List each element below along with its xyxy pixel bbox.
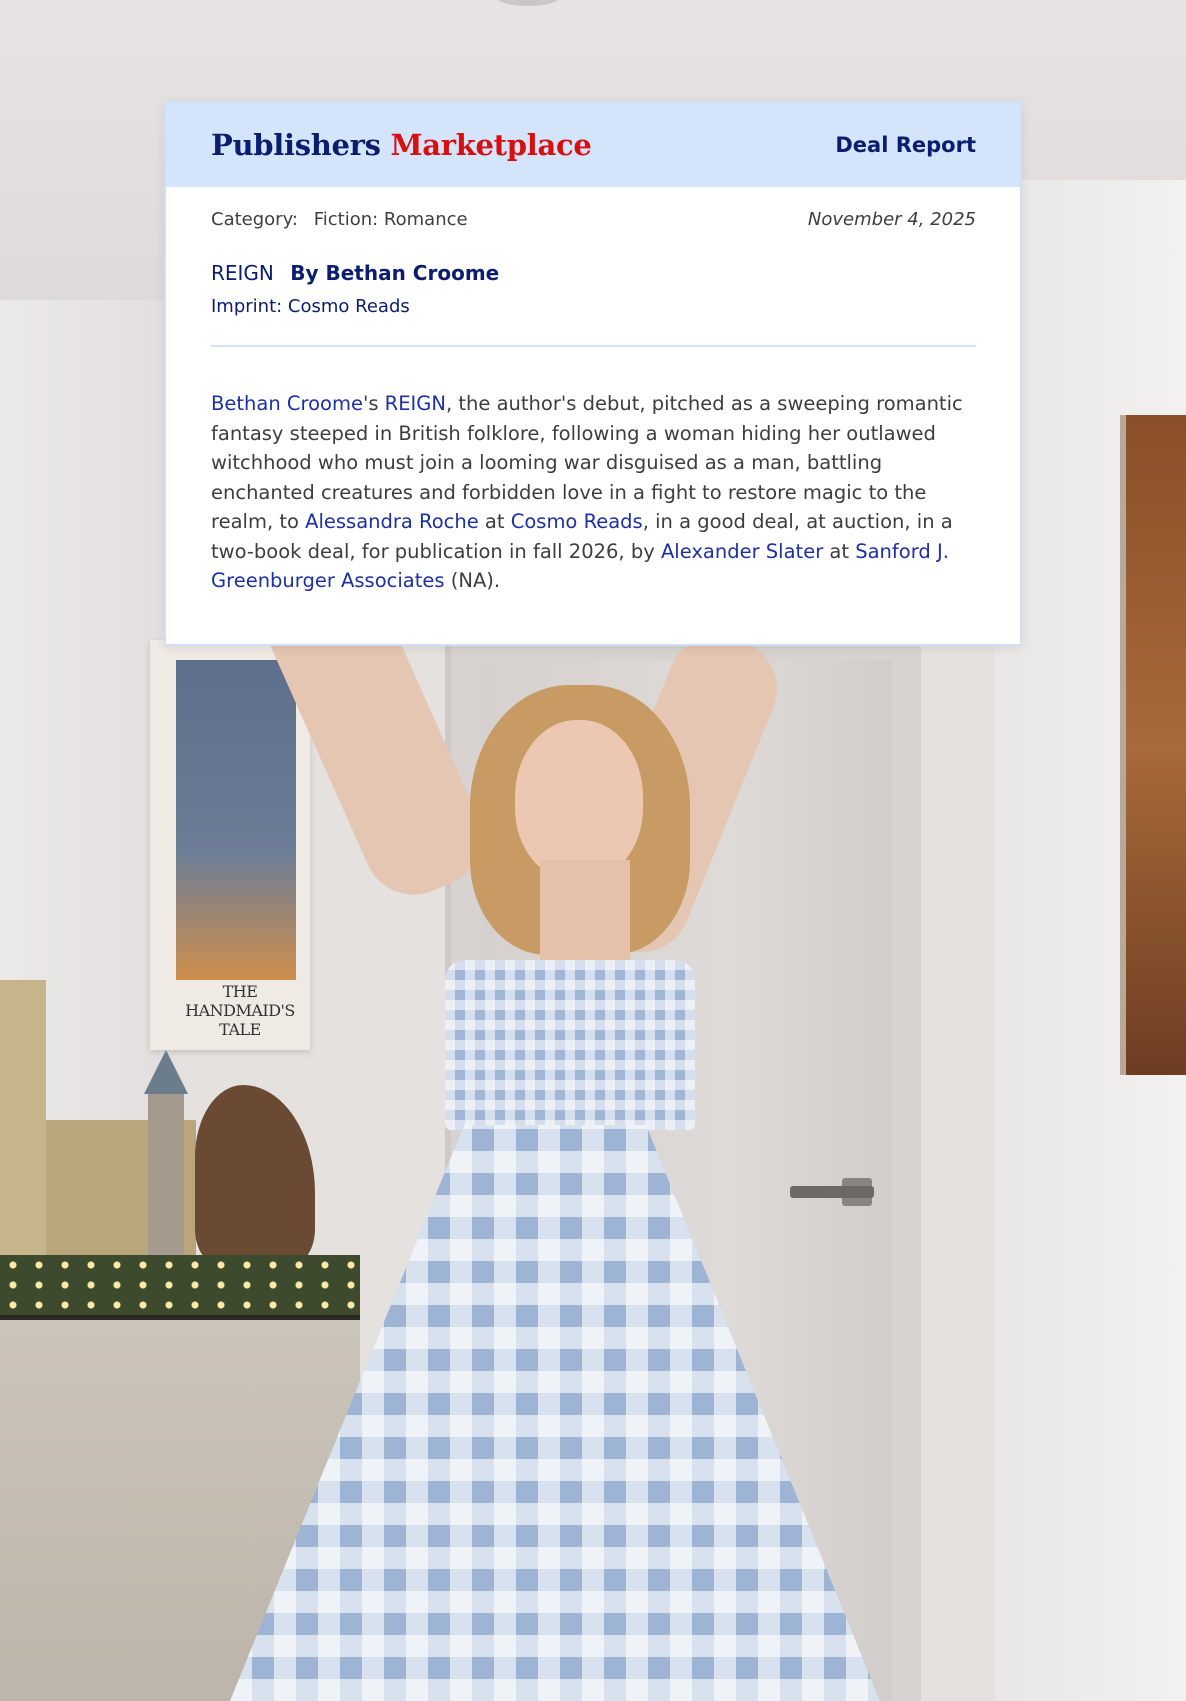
desc-text-3: at (478, 510, 511, 533)
category: Category: Fiction: Romance (211, 209, 468, 230)
book-title: REIGN (211, 261, 274, 285)
book-title-row: REIGN By Bethan Croome (211, 261, 976, 285)
publisher-link[interactable]: Cosmo Reads (511, 510, 643, 533)
desc-text-5: at (823, 539, 856, 563)
divider (211, 345, 976, 347)
person-face (515, 720, 643, 880)
gingham-skirt (230, 1125, 880, 1701)
author-link[interactable]: Bethan Croome (211, 392, 363, 415)
book-imprint: Imprint: Cosmo Reads (211, 296, 410, 317)
brand-marketplace: Marketplace (390, 128, 592, 162)
deal-description: Bethan Croome's REIGN, the author's debu… (211, 389, 976, 596)
editor-link[interactable]: Alessandra Roche (305, 510, 479, 533)
desc-text-6: (NA). (444, 569, 501, 592)
desc-text-1: 's (362, 392, 385, 415)
deal-report-card: Publishers Marketplace Deal Report Categ… (164, 101, 1022, 646)
gingham-bodice (445, 960, 695, 1130)
book-title-link[interactable]: REIGN (385, 392, 446, 415)
meta-row: Category: Fiction: Romance November 4, 2… (211, 209, 976, 230)
deal-date: November 4, 2025 (807, 209, 976, 230)
brand-publishers: Publishers (211, 128, 381, 162)
deal-report-label: Deal Report (835, 133, 976, 157)
category-label: Category: (211, 209, 298, 230)
brand-logo: Publishers Marketplace (211, 128, 592, 162)
book-byline: By Bethan Croome (290, 261, 500, 285)
card-header: Publishers Marketplace Deal Report (166, 103, 1020, 187)
card-body: Category: Fiction: Romance November 4, 2… (166, 209, 1020, 596)
category-value: Fiction: Romance (313, 209, 468, 230)
person-neck (540, 860, 630, 970)
agent-link[interactable]: Alexander Slater (661, 540, 823, 563)
